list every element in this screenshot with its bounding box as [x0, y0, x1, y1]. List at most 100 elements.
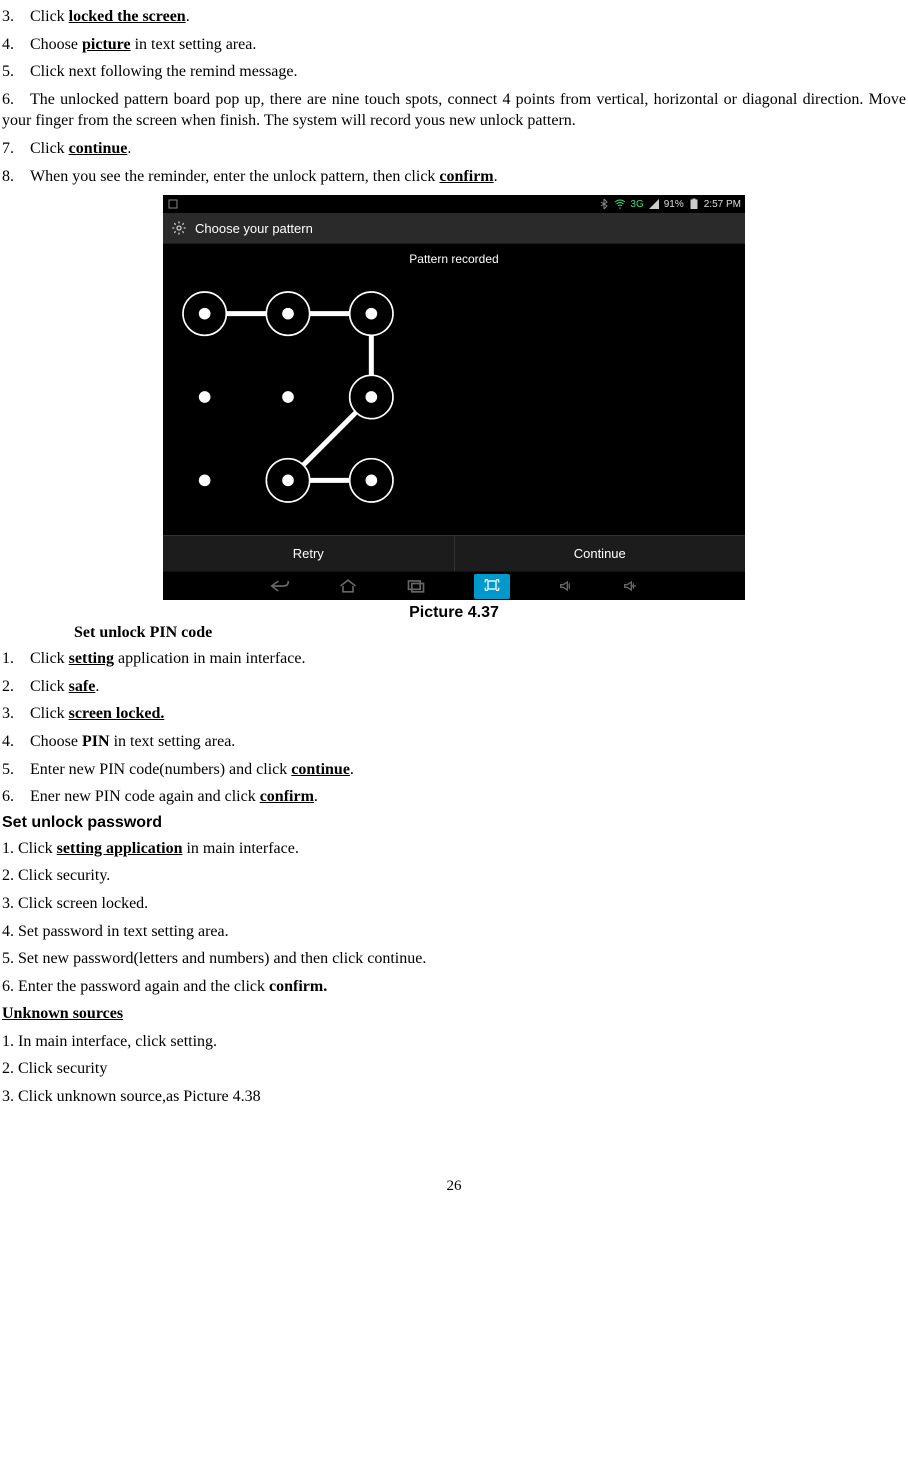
bold-text: confirm [439, 168, 493, 185]
bold-text: locked the screen [69, 8, 186, 25]
pattern-area: Pattern recorded [163, 244, 745, 535]
screenshot-nav-icon[interactable] [474, 574, 510, 599]
list-item: 3. Click screen locked. [2, 893, 906, 915]
list-item: 1. Click setting application in main int… [2, 838, 906, 860]
list-item: 4. Set password in text setting area. [2, 921, 906, 943]
text: in text setting area. [131, 36, 257, 53]
document-page: 3. Click locked the screen. 4. Choose pi… [0, 6, 908, 1195]
text: When you see the reminder, enter the unl… [30, 168, 439, 185]
list-text: Click continue. [30, 138, 906, 160]
list-number: 6. [2, 786, 30, 808]
list-item: 6. The unlocked pattern board pop up, th… [2, 89, 906, 132]
section-heading: Set unlock password [2, 814, 906, 832]
bold-text: confirm. [269, 978, 327, 995]
section-heading: Unknown sources [2, 1003, 906, 1025]
list-number: 2. [2, 676, 30, 698]
list-item: 7. Click continue. [2, 138, 906, 160]
figure-caption: Picture 4.37 [2, 604, 906, 622]
list-text: Enter new PIN code(numbers) and click co… [30, 759, 906, 781]
list-item: 2. Click security [2, 1058, 906, 1080]
list-item: 3. Click locked the screen. [2, 6, 906, 28]
screen-title: Choose your pattern [195, 221, 313, 236]
text: . [95, 678, 99, 695]
android-status-bar: 3G 91% 2:57 PM [163, 195, 745, 213]
list-text: Click screen locked. [30, 703, 906, 725]
list-item: 1. In main interface, click setting. [2, 1031, 906, 1053]
text: in text setting area. [110, 733, 236, 750]
list-text: Ener new PIN code again and click confir… [30, 786, 906, 808]
list-number: 5. [2, 759, 30, 781]
list-text: Choose picture in text setting area. [30, 34, 906, 56]
list-item: 2. Click security. [2, 865, 906, 887]
text: Click [30, 140, 69, 157]
bold-text: safe [69, 678, 96, 695]
list-text: When you see the reminder, enter the unl… [30, 166, 906, 188]
text: Choose [30, 733, 82, 750]
screen-title-bar: Choose your pattern [163, 213, 745, 244]
list-item: 6. Ener new PIN code again and click con… [2, 786, 906, 808]
text: Ener new PIN code again and click [30, 788, 260, 805]
embedded-screenshot: 3G 91% 2:57 PM Choose your pattern Patte… [163, 195, 745, 600]
bluetooth-icon [598, 198, 610, 210]
bold-text: continue [291, 761, 350, 778]
list-number: 3. [2, 703, 30, 725]
recent-nav-icon[interactable] [406, 579, 426, 593]
list-item: 5. Click next following the remind messa… [2, 61, 906, 83]
list-number: 7. [2, 138, 30, 160]
battery-icon [688, 198, 700, 210]
battery-percent: 91% [664, 199, 684, 210]
text: Click [30, 8, 69, 25]
text: 6. Enter the password again and the clic… [2, 978, 269, 995]
list-item: 5. Set new password(letters and numbers)… [2, 948, 906, 970]
list-item: 3. Click screen locked. [2, 703, 906, 725]
gear-icon [171, 220, 187, 236]
list-item: 4. Choose PIN in text setting area. [2, 731, 906, 753]
network-label: 3G [630, 199, 643, 210]
list-item: 3. Click unknown source,as Picture 4.38 [2, 1086, 906, 1108]
section-heading: Set unlock PIN code [74, 624, 906, 642]
pattern-grid[interactable] [163, 272, 413, 522]
list-item: 5. Enter new PIN code(numbers) and click… [2, 759, 906, 781]
bold-text: picture [82, 36, 131, 53]
bold-text: screen locked. [69, 705, 165, 722]
volume-down-nav-icon[interactable] [558, 579, 574, 593]
home-nav-icon[interactable] [338, 579, 358, 593]
wifi-icon [614, 198, 626, 210]
list-number: 8. [2, 166, 30, 188]
bold-text: setting application [57, 840, 183, 857]
text: in main interface. [182, 840, 298, 857]
bold-text: continue [69, 140, 128, 157]
list-text: Click next following the remind message. [30, 61, 906, 83]
list-text: Click safe. [30, 676, 906, 698]
signal-icon [648, 198, 660, 210]
list-number: 4. [2, 731, 30, 753]
screenshot-icon [167, 198, 179, 210]
pattern-buttons: Retry Continue [163, 535, 745, 571]
list-number: 4. [2, 34, 30, 56]
back-nav-icon[interactable] [270, 579, 290, 593]
text: . [186, 8, 190, 25]
clock: 2:57 PM [704, 199, 741, 210]
text: application in main interface. [114, 650, 305, 667]
list-number: 5. [2, 61, 30, 83]
text: . [127, 140, 131, 157]
list-text: Click locked the screen. [30, 6, 906, 28]
text: . [494, 168, 498, 185]
text: Click [30, 705, 69, 722]
list-number: 3. [2, 6, 30, 28]
android-nav-bar [163, 571, 745, 600]
list-item: 4. Choose picture in text setting area. [2, 34, 906, 56]
retry-button[interactable]: Retry [163, 536, 454, 571]
list-text: The unlocked pattern board pop up, there… [2, 89, 906, 132]
bold-text: setting [69, 650, 114, 667]
text: Choose [30, 36, 82, 53]
text: Click [30, 650, 69, 667]
continue-button[interactable]: Continue [454, 536, 746, 571]
list-text: Click setting application in main interf… [30, 648, 906, 670]
text: 1. Click [2, 840, 57, 857]
list-item: 6. Enter the password again and the clic… [2, 976, 906, 998]
volume-up-nav-icon[interactable] [622, 579, 638, 593]
list-item: 1. Click setting application in main int… [2, 648, 906, 670]
pattern-status: Pattern recorded [163, 252, 745, 266]
list-number: 1. [2, 648, 30, 670]
